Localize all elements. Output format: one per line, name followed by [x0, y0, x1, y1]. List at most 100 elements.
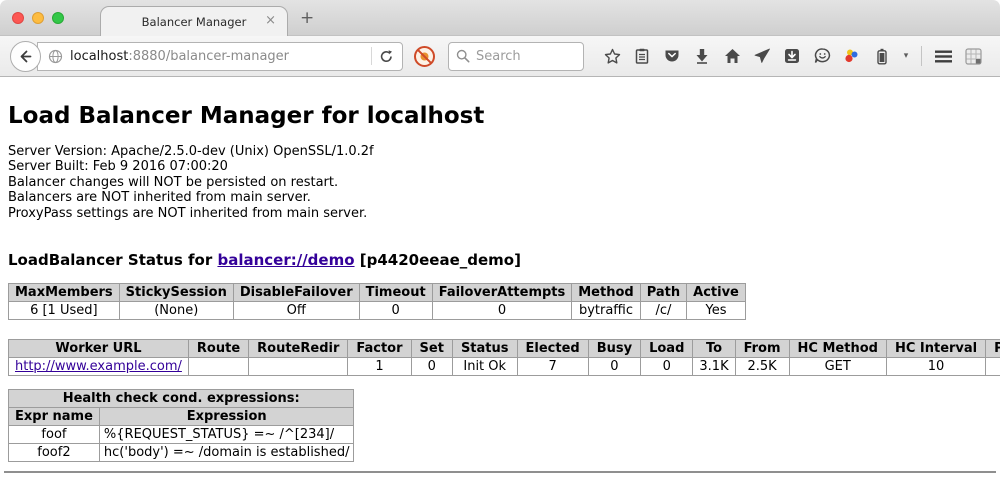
send-tab-icon[interactable]: [747, 41, 777, 71]
balancers-warning-line: Balancers are NOT inherited from main se…: [8, 190, 992, 205]
health-title-row: Health check cond. expressions:: [9, 390, 354, 408]
cell-status: Init Ok: [452, 358, 517, 376]
status-suffix: [p4420eeae_demo]: [355, 251, 521, 269]
col-route: Route: [188, 340, 248, 358]
col-elected: Elected: [517, 340, 588, 358]
cell-elected: 7: [517, 358, 588, 376]
battery-addon-icon[interactable]: [867, 41, 897, 71]
downloads-icon[interactable]: [687, 41, 717, 71]
col-stickysession: StickySession: [119, 284, 233, 302]
cell-expr-name: foof: [9, 426, 100, 444]
col-routeredir: RouteRedir: [249, 340, 348, 358]
tab-title: Balancer Manager: [142, 15, 247, 29]
persist-warning-line: Balancer changes will NOT be persisted o…: [8, 175, 992, 190]
search-input[interactable]: [476, 49, 571, 64]
col-factor: Factor: [348, 340, 411, 358]
col-expression: Expression: [99, 408, 354, 426]
worker-url-link[interactable]: http://www.example.com/: [15, 359, 182, 374]
toolbar-buttons: ▾: [597, 41, 988, 71]
new-tab-button[interactable]: +: [300, 8, 314, 28]
back-button[interactable]: [10, 41, 41, 72]
cell-passes: 1 (0): [986, 358, 1000, 376]
server-built-line: Server Built: Feb 9 2016 07:00:20: [8, 159, 992, 174]
col-maxmembers: MaxMembers: [9, 284, 120, 302]
col-from: From: [735, 340, 789, 358]
cell-stickysession: (None): [119, 302, 233, 320]
balancer-header-row: MaxMembers StickySession DisableFailover…: [9, 284, 746, 302]
cell-worker-url: http://www.example.com/: [9, 358, 189, 376]
status-prefix: LoadBalancer Status for: [8, 251, 217, 269]
worker-data-row: http://www.example.com/ 1 0 Init Ok 7 0 …: [9, 358, 1000, 376]
cell-maxmembers: 6 [1 Used]: [9, 302, 120, 320]
browser-window: Balancer Manager × + localhost:8880/bala…: [0, 0, 1000, 491]
urlbar-divider: [371, 47, 372, 65]
cell-method: bytraffic: [572, 302, 640, 320]
cell-expression: %{REQUEST_STATUS} =~ /^[234]/: [99, 426, 354, 444]
globe-icon: [48, 49, 63, 64]
addon-dots-icon[interactable]: [837, 41, 867, 71]
health-row-foof2: foof2 hc('body') =~ /domain is establish…: [9, 444, 354, 462]
close-window-button[interactable]: [12, 12, 24, 24]
proxypass-warning-line: ProxyPass settings are NOT inherited fro…: [8, 206, 992, 221]
block-plugin-icon[interactable]: [413, 45, 436, 68]
balancer-data-row: 6 [1 Used] (None) Off 0 0 bytraffic /c/ …: [9, 302, 746, 320]
cell-from: 2.5K: [735, 358, 789, 376]
search-icon: [456, 49, 470, 63]
emoji-chat-icon[interactable]: [807, 41, 837, 71]
back-icon: [18, 49, 33, 64]
cell-to: 3.1K: [693, 358, 735, 376]
cell-factor: 1: [348, 358, 411, 376]
col-failoverattempts: FailoverAttempts: [432, 284, 572, 302]
cell-set: 0: [411, 358, 452, 376]
tab-close-icon[interactable]: ×: [265, 14, 276, 27]
zoom-window-button[interactable]: [52, 12, 64, 24]
bookmark-star-icon[interactable]: [597, 41, 627, 71]
window-controls: [12, 12, 64, 24]
balancer-settings-table: MaxMembers StickySession DisableFailover…: [8, 283, 746, 320]
server-info: Server Version: Apache/2.5.0-dev (Unix) …: [8, 144, 992, 221]
col-disablefailover: DisableFailover: [233, 284, 359, 302]
col-worker-url: Worker URL: [9, 340, 189, 358]
cell-routeredir: [249, 358, 348, 376]
cell-busy: 0: [588, 358, 640, 376]
home-icon[interactable]: [717, 41, 747, 71]
cell-disablefailover: Off: [233, 302, 359, 320]
cell-load: 0: [641, 358, 693, 376]
balancer-demo-link[interactable]: balancer://demo: [217, 251, 354, 269]
col-expr-name: Expr name: [9, 408, 100, 426]
addon-download-icon[interactable]: [777, 41, 807, 71]
col-passes: Passes: [986, 340, 1000, 358]
tab-bar: Balancer Manager × +: [0, 0, 1000, 36]
url-path: :8880/balancer-manager: [128, 49, 289, 64]
menu-icon[interactable]: [928, 41, 958, 71]
reading-list-icon[interactable]: [627, 41, 657, 71]
navigation-toolbar: localhost:8880/balancer-manager: [0, 36, 1000, 77]
cell-expr-name: foof2: [9, 444, 100, 462]
col-busy: Busy: [588, 340, 640, 358]
pocket-icon[interactable]: [657, 41, 687, 71]
health-header-row: Expr name Expression: [9, 408, 354, 426]
overflow-caret-icon[interactable]: ▾: [897, 41, 915, 71]
cell-active: Yes: [687, 302, 746, 320]
toolbar-divider: [921, 46, 922, 66]
col-to: To: [693, 340, 735, 358]
worker-header-row: Worker URL Route RouteRedir Factor Set S…: [9, 340, 1000, 358]
minimize-window-button[interactable]: [32, 12, 44, 24]
col-method: Method: [572, 284, 640, 302]
url-text: localhost:8880/balancer-manager: [70, 49, 364, 64]
reload-button[interactable]: [379, 49, 394, 64]
col-set: Set: [411, 340, 452, 358]
worker-table: Worker URL Route RouteRedir Factor Set S…: [8, 339, 1000, 376]
tab-preview-icon[interactable]: [958, 41, 988, 71]
url-bar[interactable]: localhost:8880/balancer-manager: [37, 42, 403, 71]
loadbalancer-status-heading: LoadBalancer Status for balancer://demo …: [8, 251, 992, 269]
url-domain: localhost: [70, 49, 128, 64]
cell-failoverattempts: 0: [432, 302, 572, 320]
col-hc-interval: HC Interval: [886, 340, 985, 358]
cell-route: [188, 358, 248, 376]
search-bar[interactable]: [448, 42, 584, 71]
cell-expression: hc('body') =~ /domain is established/: [99, 444, 354, 462]
tab-balancer-manager[interactable]: Balancer Manager ×: [100, 6, 288, 36]
page-title: Load Balancer Manager for localhost: [8, 77, 992, 129]
cell-hc-interval: 10: [886, 358, 985, 376]
